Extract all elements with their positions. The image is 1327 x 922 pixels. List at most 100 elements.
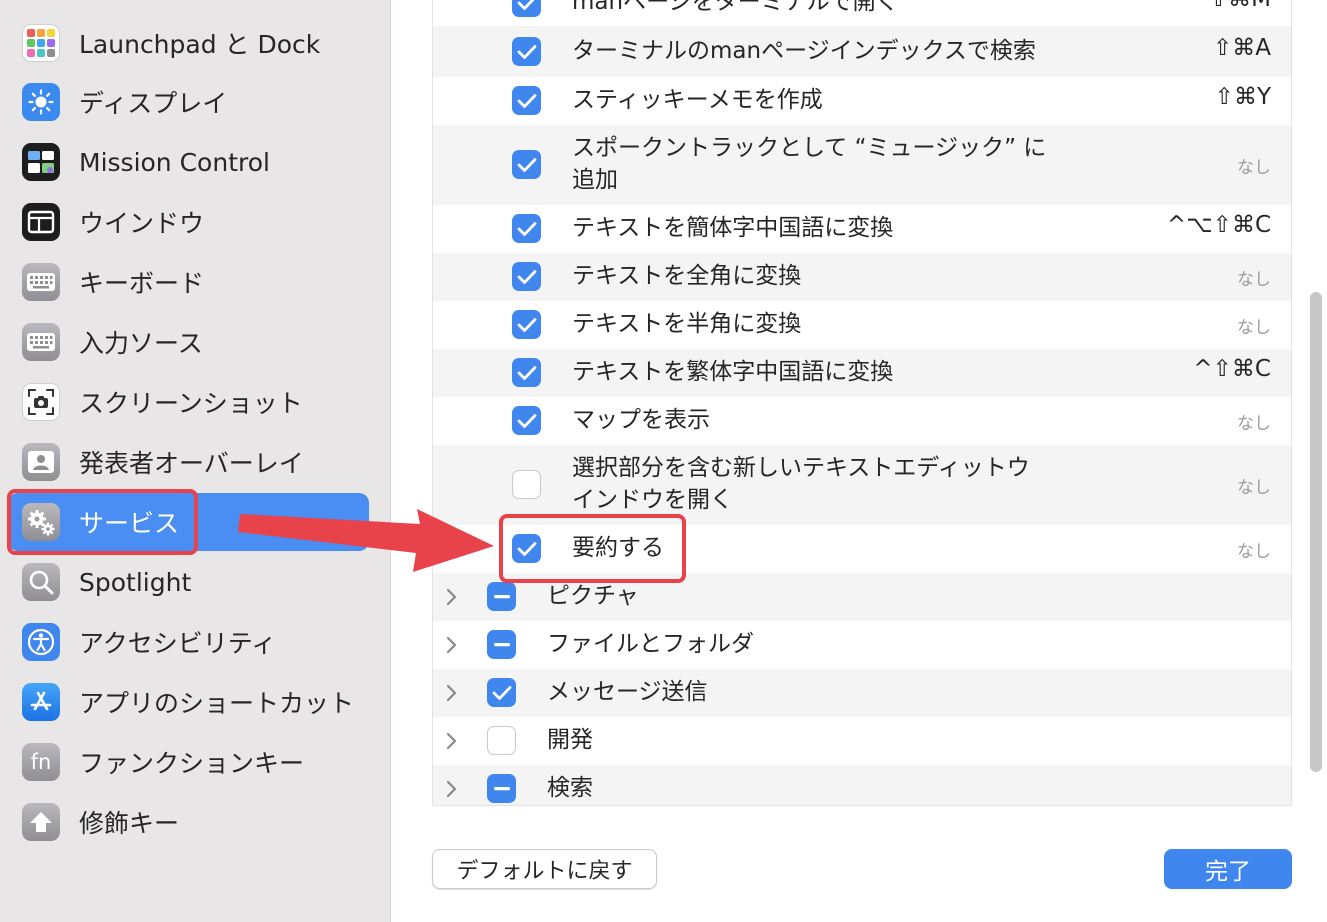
sidebar-item-label: Mission Control [79, 147, 270, 177]
service-row[interactable]: テキストを半角に変換 なし [433, 301, 1291, 349]
chevron-right-icon[interactable] [443, 730, 459, 752]
shortcut-label: ⇧⌘Y [1214, 84, 1271, 110]
sidebar-item-window[interactable]: ウインドウ [8, 193, 369, 251]
service-row[interactable]: ターミナルのmanページインデックスで検索 ⇧⌘A [433, 26, 1291, 77]
sidebar-item-mission-control[interactable]: Mission Control [8, 133, 369, 191]
sidebar-item-modifier-keys[interactable]: 修飾キー [8, 793, 369, 851]
sidebar-item-display[interactable]: ディスプレイ [8, 73, 369, 131]
sidebar-item-app-shortcuts[interactable]: アプリのショートカット [8, 673, 369, 731]
checkbox[interactable] [512, 470, 541, 499]
service-label: ターミナルのmanページインデックスで検索 [572, 38, 1036, 64]
chevron-right-icon[interactable] [443, 586, 459, 608]
checkbox[interactable] [512, 262, 541, 291]
chevron-right-icon[interactable] [443, 682, 459, 704]
checkbox[interactable] [512, 86, 541, 115]
service-label-line2: インドウを開く [572, 487, 733, 513]
checkbox[interactable] [487, 630, 516, 659]
accessibility-icon [22, 623, 60, 661]
sidebar-item-label: ウインドウ [79, 209, 205, 238]
service-label: スポークントラックとして “ミュージック” に [572, 135, 1047, 161]
sidebar-item-label: スクリーンショット [79, 389, 303, 418]
checkbox[interactable] [487, 582, 516, 611]
services-list: manページをターミナルで開く ⇧⌘M ターミナルのmanページインデックスで検… [432, 0, 1292, 806]
shortcut-label: ^⌥⇧⌘C [1166, 212, 1271, 238]
category-row[interactable]: メッセージ送信 [433, 669, 1291, 717]
sidebar-item-spotlight[interactable]: Spotlight [8, 553, 369, 611]
service-row[interactable]: マップを表示 なし [433, 397, 1291, 445]
fn-icon-text: fn [30, 750, 52, 774]
service-label: manページをターミナルで開く [572, 0, 899, 15]
highlight-box-services [7, 489, 198, 555]
shortcut-label: ⇧⌘M [1209, 0, 1271, 12]
checkbox[interactable] [512, 150, 541, 179]
sidebar-item-launchpad-dock[interactable]: Launchpad と Dock [8, 14, 369, 72]
service-label: スティッキーメモを作成 [572, 87, 823, 113]
sidebar-item-input-sources[interactable]: 入力ソース [8, 313, 369, 371]
service-label: マップを表示 [572, 407, 710, 433]
sidebar-item-label: 入力ソース [79, 329, 203, 358]
category-label: 開発 [547, 727, 593, 753]
category-label: メッセージ送信 [547, 679, 708, 705]
shortcut-label: なし [1237, 270, 1271, 290]
mission-control-icon [22, 143, 60, 181]
keyboard-icon [22, 263, 60, 301]
keyboard-icon [22, 323, 60, 361]
sidebar-item-label: Spotlight [79, 567, 192, 597]
service-row[interactable]: スティッキーメモを作成 ⇧⌘Y [433, 77, 1291, 125]
shortcut-label: なし [1237, 478, 1271, 498]
sidebar-item-label: 発表者オーバーレイ [79, 449, 304, 478]
service-row[interactable]: テキストを繁体字中国語に変換 ^⇧⌘C [433, 349, 1291, 397]
service-row[interactable]: テキストを簡体字中国語に変換 ^⌥⇧⌘C [433, 205, 1291, 253]
service-label: テキストを簡体字中国語に変換 [572, 215, 894, 241]
checkbox[interactable] [512, 214, 541, 243]
checkbox[interactable] [487, 726, 516, 755]
chevron-right-icon[interactable] [443, 778, 459, 800]
chevron-right-icon[interactable] [443, 634, 459, 656]
category-label: 検索 [547, 775, 593, 801]
sidebar-item-keyboard[interactable]: キーボード [8, 253, 369, 311]
shortcut-label: なし [1237, 414, 1271, 434]
shortcut-label: なし [1237, 318, 1271, 338]
checkbox[interactable] [512, 0, 541, 17]
checkbox[interactable] [512, 310, 541, 339]
highlight-box-summarize [499, 514, 686, 583]
category-row[interactable]: ファイルとフォルダ [433, 621, 1291, 669]
category-row[interactable]: 検索 [433, 765, 1291, 805]
shortcut-label: なし [1237, 158, 1271, 178]
service-row[interactable]: テキストを全角に変換 なし [433, 253, 1291, 301]
checkbox[interactable] [487, 774, 516, 803]
sidebar-item-label: アクセシビリティ [79, 629, 277, 658]
done-button[interactable]: 完了 [1164, 849, 1292, 889]
sidebar-item-presenter-overlay[interactable]: 発表者オーバーレイ [8, 433, 369, 491]
service-row[interactable]: スポークントラックとして “ミュージック” に 追加 なし [433, 125, 1291, 205]
camera-icon [22, 383, 60, 421]
shortcut-label: ⇧⌘A [1212, 35, 1271, 61]
service-label: テキストを繁体字中国語に変換 [572, 359, 894, 385]
service-label: テキストを半角に変換 [572, 311, 802, 337]
category-label: ピクチャ [547, 583, 639, 609]
service-row[interactable]: 選択部分を含む新しいテキストエディットウ インドウを開く なし [433, 445, 1291, 525]
category-row[interactable]: 開発 [433, 717, 1291, 765]
checkbox[interactable] [512, 358, 541, 387]
checkbox[interactable] [487, 678, 516, 707]
service-label-line2: 追加 [572, 167, 618, 193]
service-row[interactable]: manページをターミナルで開く ⇧⌘M [433, 0, 1291, 26]
scrollbar-thumb[interactable] [1310, 292, 1322, 772]
sidebar-item-accessibility[interactable]: アクセシビリティ [8, 613, 369, 671]
presenter-icon [22, 443, 60, 481]
restore-defaults-button[interactable]: デフォルトに戻す [432, 849, 657, 889]
app-store-icon [22, 683, 60, 721]
services-panel: manページをターミナルで開く ⇧⌘M ターミナルのmanページインデックスで検… [392, 0, 1327, 922]
sidebar-item-label: 修飾キー [79, 809, 180, 838]
sidebar-item-screenshot[interactable]: スクリーンショット [8, 373, 369, 431]
checkbox[interactable] [512, 37, 541, 66]
sidebar-item-label: Launchpad と Dock [79, 30, 321, 59]
launchpad-icon [22, 24, 60, 62]
sidebar-item-label: ディスプレイ [79, 89, 228, 118]
service-label: 選択部分を含む新しいテキストエディットウ [572, 455, 1030, 481]
sidebar-item-label: キーボード [79, 269, 205, 298]
fn-icon: fn [22, 743, 60, 781]
sidebar-item-label: アプリのショートカット [79, 689, 355, 718]
sidebar-item-function-keys[interactable]: fn ファンクションキー [8, 733, 369, 791]
checkbox[interactable] [512, 406, 541, 435]
